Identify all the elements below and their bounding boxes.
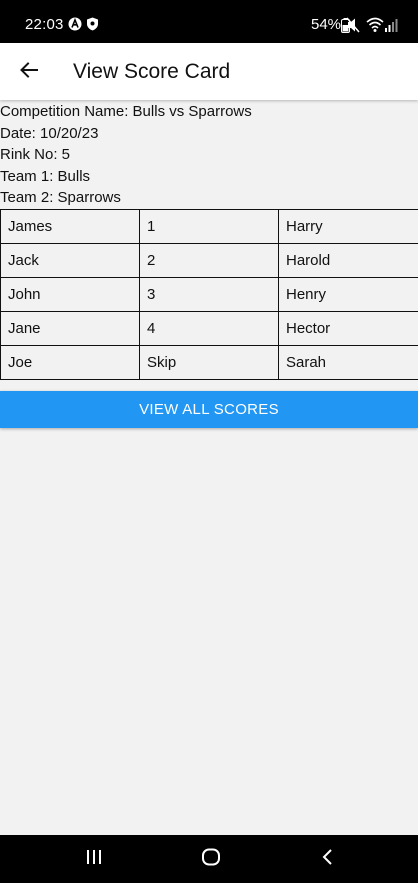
status-bar: 22:03 54% [0,0,418,43]
screen: 22:03 54% View Score Card Competition Na… [0,0,418,883]
team-two: Team 2: Sparrows [0,189,121,207]
back-icon [321,848,335,871]
table-row: Jane 4 Hector [0,311,418,346]
arrow-back-icon [19,60,39,85]
system-nav-bar [0,835,418,883]
position-cell: 3 [139,277,279,312]
page-title: View Score Card [73,60,231,83]
team2-player-cell: Henry [278,277,418,312]
app-bar: View Score Card [0,43,418,100]
team2-player-cell: Hector [278,311,418,346]
nav-back-button[interactable] [313,847,343,871]
rink-number: Rink No: 5 [0,146,71,164]
navigation-a-icon [68,17,82,36]
recent-apps-icon [85,848,103,871]
table-row: James 1 Harry [0,209,418,244]
position-cell: 1 [139,209,279,244]
battery-percent: 54% [311,16,342,33]
team2-player-cell: Harold [278,243,418,278]
competition-name: Competition Name: Bulls vs Sparrows [0,103,252,120]
home-icon [201,848,221,871]
view-all-scores-button[interactable]: VIEW ALL SCORES [0,391,418,428]
back-button[interactable] [10,53,48,91]
status-time: 22:03 [25,16,64,33]
score-table: James 1 Harry Jack 2 Harold John 3 Henry… [0,209,418,380]
team1-player-cell: Joe [0,345,140,380]
table-row: Joe Skip Sarah [0,345,418,380]
team2-player-cell: Sarah [278,345,418,380]
table-row: John 3 Henry [0,277,418,312]
team1-player-cell: James [0,209,140,244]
position-cell: 4 [139,311,279,346]
table-row: Jack 2 Harold [0,243,418,278]
competition-date: Date: 10/20/23 [0,124,99,142]
battery-icon [341,18,350,38]
team2-player-cell: Harry [278,209,418,244]
team1-player-cell: Jack [0,243,140,278]
home-button[interactable] [196,847,226,871]
signal-icon [384,17,398,38]
position-cell: 2 [139,243,279,278]
wifi-icon [366,17,384,38]
team1-player-cell: Jane [0,311,140,346]
status-left-icons [68,17,99,36]
recent-apps-button[interactable] [79,847,109,871]
team-one: Team 1: Bulls [0,167,91,185]
shield-icon [86,17,99,36]
team1-player-cell: John [0,277,140,312]
position-cell: Skip [139,345,279,380]
score-card-content: Competition Name: Bulls vs Sparrows Date… [0,101,418,428]
